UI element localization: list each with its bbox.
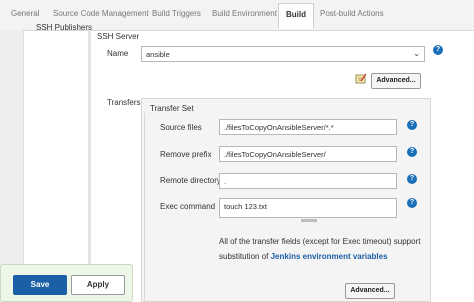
server-name-value: ansible [146,50,170,59]
save-button[interactable]: Save [13,275,67,295]
tab-general[interactable]: General [11,9,39,18]
remove-prefix-label: Remove prefix [160,150,212,159]
tab-post-build-actions[interactable]: Post-build Actions [320,9,384,18]
name-label: Name [107,49,129,58]
source-files-label: Source files [160,123,202,132]
source-files-input[interactable]: ./filesToCopyOnAnsibleServer/*.* [219,119,397,135]
apply-button[interactable]: Apply [71,275,125,295]
section-label-ssh-publishers: SSH Publishers [36,23,93,32]
tab-build[interactable]: Build [278,3,314,29]
transfer-set-gutter [144,113,145,302]
transfer-fields-description: All of the transfer fields (except for E… [219,234,429,264]
help-icon[interactable]: ? [407,120,417,130]
server-name-select[interactable]: ansible ⌄ [141,46,425,62]
help-icon[interactable]: ? [407,174,417,184]
exec-command-textarea[interactable]: touch 123.txt [219,198,397,218]
tab-build-triggers[interactable]: Build Triggers [152,9,201,18]
ssh-server-heading: SSH Server [97,32,140,41]
textarea-resize-handle[interactable] [301,219,317,222]
remote-directory-label: Remote directory [160,176,221,185]
tab-build-environment[interactable]: Build Environment [212,9,277,18]
help-icon[interactable]: ? [407,147,417,157]
transfer-set-title: Transfer Set [150,104,194,113]
help-icon[interactable]: ? [407,198,417,208]
notepad-icon [355,73,367,84]
jenkins-env-vars-link[interactable]: Jenkins environment variables [271,252,388,261]
left-gutter [0,30,24,302]
remote-directory-input[interactable]: . [219,173,397,189]
chevron-down-icon: ⌄ [413,49,420,58]
tab-source-code-management[interactable]: Source Code Management [53,9,149,18]
ssh-server-advanced-button[interactable]: Advanced... [371,73,421,89]
transfer-advanced-button[interactable]: Advanced... [345,283,395,299]
help-icon[interactable]: ? [433,45,443,55]
exec-command-label: Exec command [160,202,216,211]
section-gutter [88,30,91,302]
transfers-label: Transfers [107,98,141,107]
remove-prefix-input[interactable]: ./filesToCopyOnAnsibleServer/ [219,146,397,162]
